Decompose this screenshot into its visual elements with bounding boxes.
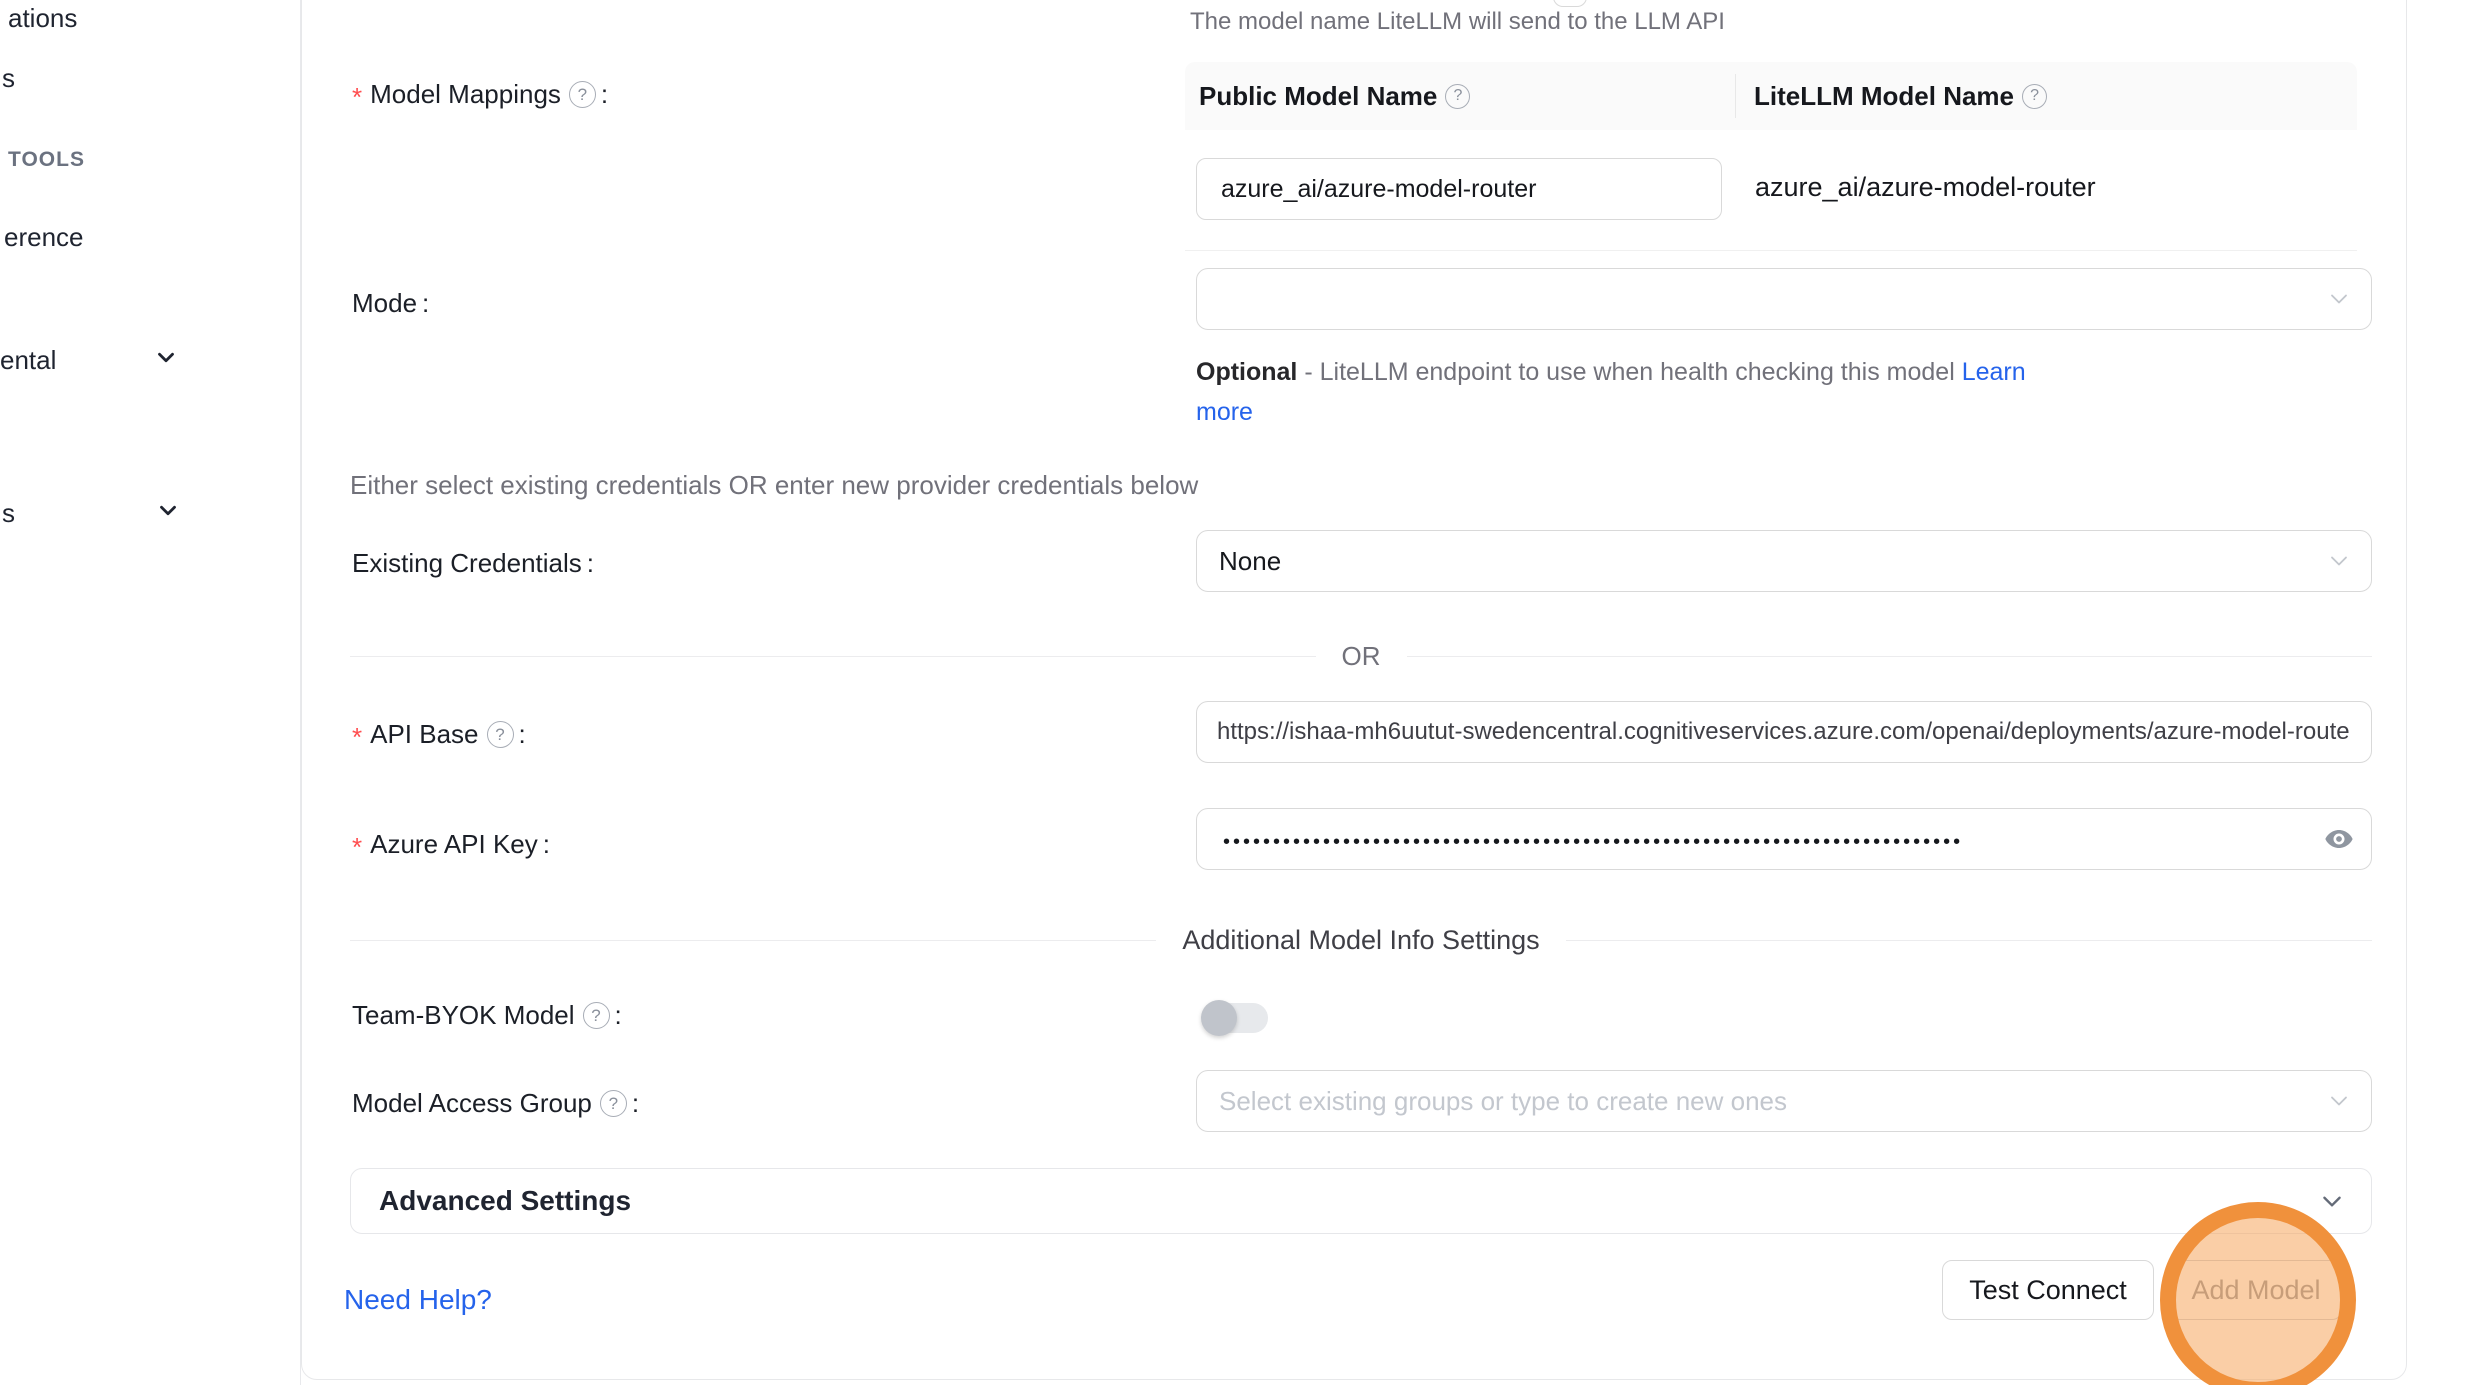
masked-password: ••••••••••••••••••••••••••••••••••••••••… [1197,825,2277,854]
public-model-name-input[interactable] [1196,158,1722,220]
clipped-input-fragment [1553,0,1587,7]
eye-icon[interactable] [2323,823,2355,855]
api-base-input[interactable] [1196,701,2372,763]
help-icon[interactable]: ? [600,1090,627,1117]
chevron-down-icon [2327,549,2351,578]
azure-api-key-input[interactable]: ••••••••••••••••••••••••••••••••••••••••… [1196,808,2372,870]
test-connect-button[interactable]: Test Connect [1942,1260,2154,1320]
model-name-caption: The model name LiteLLM will send to the … [1190,8,1725,36]
credentials-note: Either select existing credentials OR en… [350,470,1198,501]
api-base-label: * API Base ? : [352,716,526,753]
mode-select[interactable] [1196,268,2372,330]
add-model-button[interactable]: Add Model [2170,1260,2342,1320]
model-access-group-select[interactable]: Select existing groups or type to create… [1196,1070,2372,1132]
model-mappings-label: * Model Mappings ? : [352,76,608,113]
help-icon[interactable]: ? [2022,84,2047,109]
chevron-down-icon [2319,1188,2345,1219]
chevron-down-icon [2327,1089,2351,1118]
team-byok-toggle[interactable] [1204,1000,1270,1036]
help-icon[interactable]: ? [487,721,514,748]
mode-help-text: Optional - LiteLLM endpoint to use when … [1196,352,2116,432]
sidebar-item[interactable]: s [2,63,15,94]
help-icon[interactable]: ? [1445,84,1470,109]
chevron-down-icon [153,344,179,377]
sidebar-item-label: ental [0,345,56,376]
or-divider: OR [350,641,2372,672]
sidebar-section-tools: TOOLS [8,148,85,172]
model-access-group-label: Model Access Group ? : [352,1088,639,1119]
chevron-down-icon [155,497,181,530]
model-mappings-table-header: Public Model Name ? LiteLLM Model Name ? [1185,62,2357,130]
required-asterisk: * [352,76,362,113]
row-divider [1185,250,2357,251]
sidebar-item[interactable]: erence [4,222,84,253]
advanced-settings-panel[interactable]: Advanced Settings [350,1168,2372,1234]
need-help-link[interactable]: Need Help? [344,1284,492,1316]
litellm-model-name-value: azure_ai/azure-model-router [1755,172,2096,203]
help-icon[interactable]: ? [569,81,596,108]
team-byok-label: Team-BYOK Model ? : [352,1000,622,1031]
additional-info-divider: Additional Model Info Settings [350,925,2372,956]
required-asterisk: * [352,826,362,863]
sidebar-item-expandable[interactable]: ental [0,345,56,376]
mode-label: Mode : [352,288,429,319]
required-asterisk: * [352,716,362,753]
existing-credentials-label: Existing Credentials : [352,548,594,579]
litellm-model-name-header: LiteLLM Model Name ? [1735,74,2357,118]
chevron-down-icon [2327,287,2351,316]
existing-credentials-select[interactable]: None [1196,530,2372,592]
sidebar-item-label: s [2,498,15,529]
azure-api-key-label: * Azure API Key : [352,826,550,863]
select-placeholder: Select existing groups or type to create… [1197,1086,1787,1117]
sidebar-item[interactable]: ations [8,3,77,34]
help-icon[interactable]: ? [583,1002,610,1029]
advanced-settings-title: Advanced Settings [351,1185,631,1217]
sidebar-item-expandable[interactable]: s [2,498,15,529]
public-model-name-header: Public Model Name ? [1185,81,1735,112]
